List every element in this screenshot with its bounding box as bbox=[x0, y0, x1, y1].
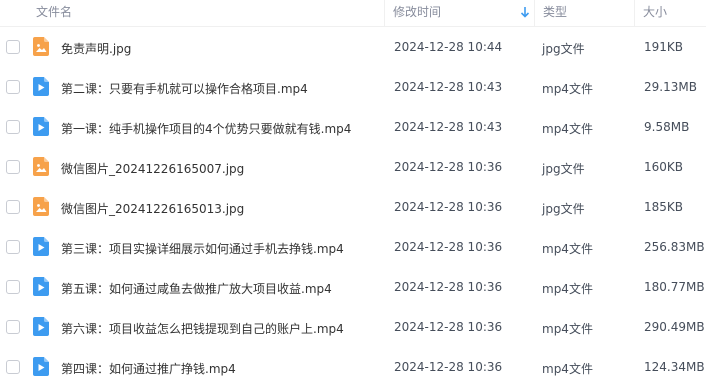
row-checkbox[interactable] bbox=[6, 40, 20, 54]
file-modified-time: 2024-12-28 10:36 bbox=[394, 320, 503, 334]
file-modified-time: 2024-12-28 10:44 bbox=[394, 40, 503, 54]
file-name[interactable]: 第四课：如何通过推广挣钱.mp4 bbox=[61, 360, 236, 377]
video-file-icon bbox=[33, 117, 49, 136]
image-file-icon bbox=[33, 197, 49, 216]
file-row[interactable]: 微信图片_20241226165013.jpg 2024-12-28 10:36 j… bbox=[0, 187, 706, 227]
image-file-icon bbox=[33, 37, 49, 56]
file-row[interactable]: 免责声明.jpg 2024-12-28 10:44 jpg文件 191KB bbox=[0, 27, 706, 67]
file-type: mp4文件 bbox=[542, 322, 593, 336]
file-row[interactable]: 第一课：纯手机操作项目的4个优势只要做就有钱.mp4 2024-12-28 10:… bbox=[0, 107, 706, 147]
file-type: mp4文件 bbox=[542, 282, 593, 296]
file-size: 185KB bbox=[644, 200, 684, 214]
image-file-icon bbox=[33, 157, 49, 176]
file-size: 290.49MB bbox=[644, 320, 705, 334]
column-header-size[interactable]: 大小 bbox=[643, 0, 667, 26]
file-modified-time: 2024-12-28 10:36 bbox=[394, 280, 503, 294]
row-checkbox[interactable] bbox=[6, 320, 20, 334]
file-size: 29.13MB bbox=[644, 80, 697, 94]
video-file-icon bbox=[33, 77, 49, 96]
file-name[interactable]: 第二课：只要有手机就可以操作合格项目.mp4 bbox=[61, 80, 308, 97]
column-header-name[interactable]: 文件名 bbox=[36, 0, 72, 26]
sort-descending-icon[interactable] bbox=[520, 5, 530, 19]
file-name[interactable]: 免责声明.jpg bbox=[61, 40, 131, 57]
file-type: mp4文件 bbox=[542, 362, 593, 376]
file-modified-time: 2024-12-28 10:43 bbox=[394, 80, 503, 94]
row-checkbox[interactable] bbox=[6, 240, 20, 254]
file-type: mp4文件 bbox=[542, 122, 593, 136]
file-row[interactable]: 第二课：只要有手机就可以操作合格项目.mp4 2024-12-28 10:43 mp… bbox=[0, 67, 706, 107]
column-divider[interactable] bbox=[534, 0, 535, 26]
file-size: 160KB bbox=[644, 160, 684, 174]
video-file-icon bbox=[33, 277, 49, 296]
file-row[interactable]: 第三课：项目实操详细展示如何通过手机去挣钱.mp4 2024-12-28 10:3… bbox=[0, 227, 706, 267]
video-file-icon bbox=[33, 357, 49, 376]
file-type: jpg文件 bbox=[542, 162, 585, 176]
file-type: mp4文件 bbox=[542, 82, 593, 96]
row-checkbox[interactable] bbox=[6, 120, 20, 134]
file-row[interactable]: 第五课：如何通过咸鱼去做推广放大项目收益.mp4 2024-12-28 10:36… bbox=[0, 267, 706, 307]
file-name[interactable]: 微信图片_20241226165013.jpg bbox=[61, 200, 244, 217]
file-name[interactable]: 第六课：项目收益怎么把钱提现到自己的账户上.mp4 bbox=[61, 320, 344, 337]
file-row[interactable]: 微信图片_20241226165007.jpg 2024-12-28 10:36 j… bbox=[0, 147, 706, 187]
file-size: 191KB bbox=[644, 40, 684, 54]
file-type: jpg文件 bbox=[542, 42, 585, 56]
file-list-header: 文件名 修改时间 类型 大小 bbox=[0, 0, 706, 27]
file-size: 124.34MB bbox=[644, 360, 705, 374]
file-size: 180.77MB bbox=[644, 280, 705, 294]
column-header-modified[interactable]: 修改时间 bbox=[393, 0, 441, 26]
file-size: 256.83MB bbox=[644, 240, 705, 254]
video-file-icon bbox=[33, 237, 49, 256]
column-divider[interactable] bbox=[634, 0, 635, 26]
file-name[interactable]: 微信图片_20241226165007.jpg bbox=[61, 160, 244, 177]
video-file-icon bbox=[33, 317, 49, 336]
file-name[interactable]: 第五课：如何通过咸鱼去做推广放大项目收益.mp4 bbox=[61, 280, 332, 297]
row-checkbox[interactable] bbox=[6, 200, 20, 214]
file-modified-time: 2024-12-28 10:36 bbox=[394, 360, 503, 374]
row-checkbox[interactable] bbox=[6, 280, 20, 294]
file-type: jpg文件 bbox=[542, 202, 585, 216]
file-modified-time: 2024-12-28 10:36 bbox=[394, 200, 503, 214]
column-divider[interactable] bbox=[384, 0, 385, 26]
file-size: 9.58MB bbox=[644, 120, 690, 134]
file-modified-time: 2024-12-28 10:36 bbox=[394, 160, 503, 174]
row-checkbox[interactable] bbox=[6, 360, 20, 374]
file-name[interactable]: 第一课：纯手机操作项目的4个优势只要做就有钱.mp4 bbox=[61, 120, 351, 137]
row-checkbox[interactable] bbox=[6, 160, 20, 174]
column-header-type[interactable]: 类型 bbox=[543, 0, 567, 26]
file-row[interactable]: 第六课：项目收益怎么把钱提现到自己的账户上.mp4 2024-12-28 10:3… bbox=[0, 307, 706, 347]
row-checkbox[interactable] bbox=[6, 80, 20, 94]
file-modified-time: 2024-12-28 10:43 bbox=[394, 120, 503, 134]
file-name[interactable]: 第三课：项目实操详细展示如何通过手机去挣钱.mp4 bbox=[61, 240, 344, 257]
file-type: mp4文件 bbox=[542, 242, 593, 256]
file-row[interactable]: 第四课：如何通过推广挣钱.mp4 2024-12-28 10:36 mp4文件 124… bbox=[0, 347, 706, 387]
file-modified-time: 2024-12-28 10:36 bbox=[394, 240, 503, 254]
